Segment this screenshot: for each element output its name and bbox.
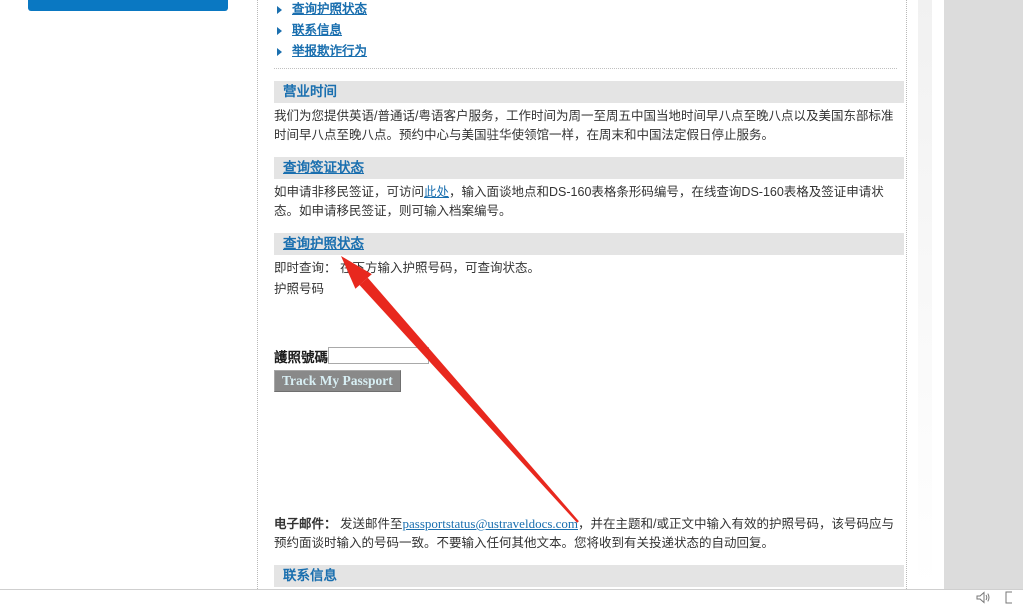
link-passport-status[interactable]: 查询护照状态 — [292, 2, 367, 16]
section-heading-passport-status: 查询护照状态 — [274, 233, 904, 255]
triangle-right-icon — [277, 48, 282, 56]
main-content-column: 查询护照状态 联系信息 举报欺诈行为 营业时间 我们为您提供英语/普通话/粤语客… — [259, 0, 907, 605]
quick-links-list: 查询护照状态 联系信息 举报欺诈行为 — [274, 0, 897, 59]
track-my-passport-button[interactable]: Track My Passport — [274, 370, 401, 392]
link-contact-info[interactable]: 联系信息 — [292, 23, 342, 37]
taskbar — [0, 589, 1023, 605]
email-text-before: 发送邮件至 — [336, 517, 403, 531]
right-desktop-panel — [944, 0, 1023, 589]
passport-track-form: 護照號碼 — [274, 345, 897, 366]
passport-instant-query-line: 即时查询： 在下方输入护照号码，可查询状态。 — [274, 261, 540, 275]
section-heading-business-hours: 营业时间 — [274, 81, 904, 103]
divider — [274, 68, 897, 69]
business-hours-paragraph: 我们为您提供英语/普通话/粤语客户服务，工作时间为周一至周五中国当地时间早八点至… — [274, 109, 894, 142]
header-blue-bar — [28, 0, 228, 11]
list-item[interactable]: 举报欺诈行为 — [274, 44, 897, 59]
notification-icon[interactable] — [1005, 591, 1015, 604]
passport-number-caption: 护照号码 — [274, 282, 325, 296]
scrollbar-track[interactable] — [918, 0, 932, 589]
system-tray — [976, 589, 1019, 605]
left-sidebar-column — [0, 0, 258, 589]
link-report-fraud[interactable]: 举报欺诈行为 — [292, 44, 367, 58]
volume-icon[interactable] — [976, 590, 991, 604]
section-heading-contact-info: 联系信息 — [274, 565, 904, 587]
link-passport-status-email[interactable]: passportstatus@ustraveldocs.com — [403, 516, 579, 531]
section-heading-visa-status: 查询签证状态 — [274, 157, 904, 179]
triangle-right-icon — [277, 27, 282, 35]
visa-status-paragraph: 如申请非移民签证，可访问此处，输入面谈地点和DS-160表格条形码编号，在线查询… — [274, 183, 902, 221]
passport-number-input[interactable] — [328, 347, 429, 364]
passport-email-paragraph: 电子邮件： 发送邮件至passportstatus@ustraveldocs.c… — [274, 514, 902, 553]
passport-number-label: 護照號碼 — [274, 349, 328, 365]
list-item[interactable]: 查询护照状态 — [274, 2, 897, 17]
triangle-right-icon — [277, 6, 282, 14]
email-label: 电子邮件： — [274, 517, 337, 531]
list-item[interactable]: 联系信息 — [274, 23, 897, 38]
screen: 查询护照状态 联系信息 举报欺诈行为 营业时间 我们为您提供英语/普通话/粤语客… — [0, 0, 1023, 605]
link-visa-status-here[interactable]: 此处 — [424, 185, 449, 199]
visa-status-text-before: 如申请非移民签证，可访问 — [274, 185, 425, 199]
